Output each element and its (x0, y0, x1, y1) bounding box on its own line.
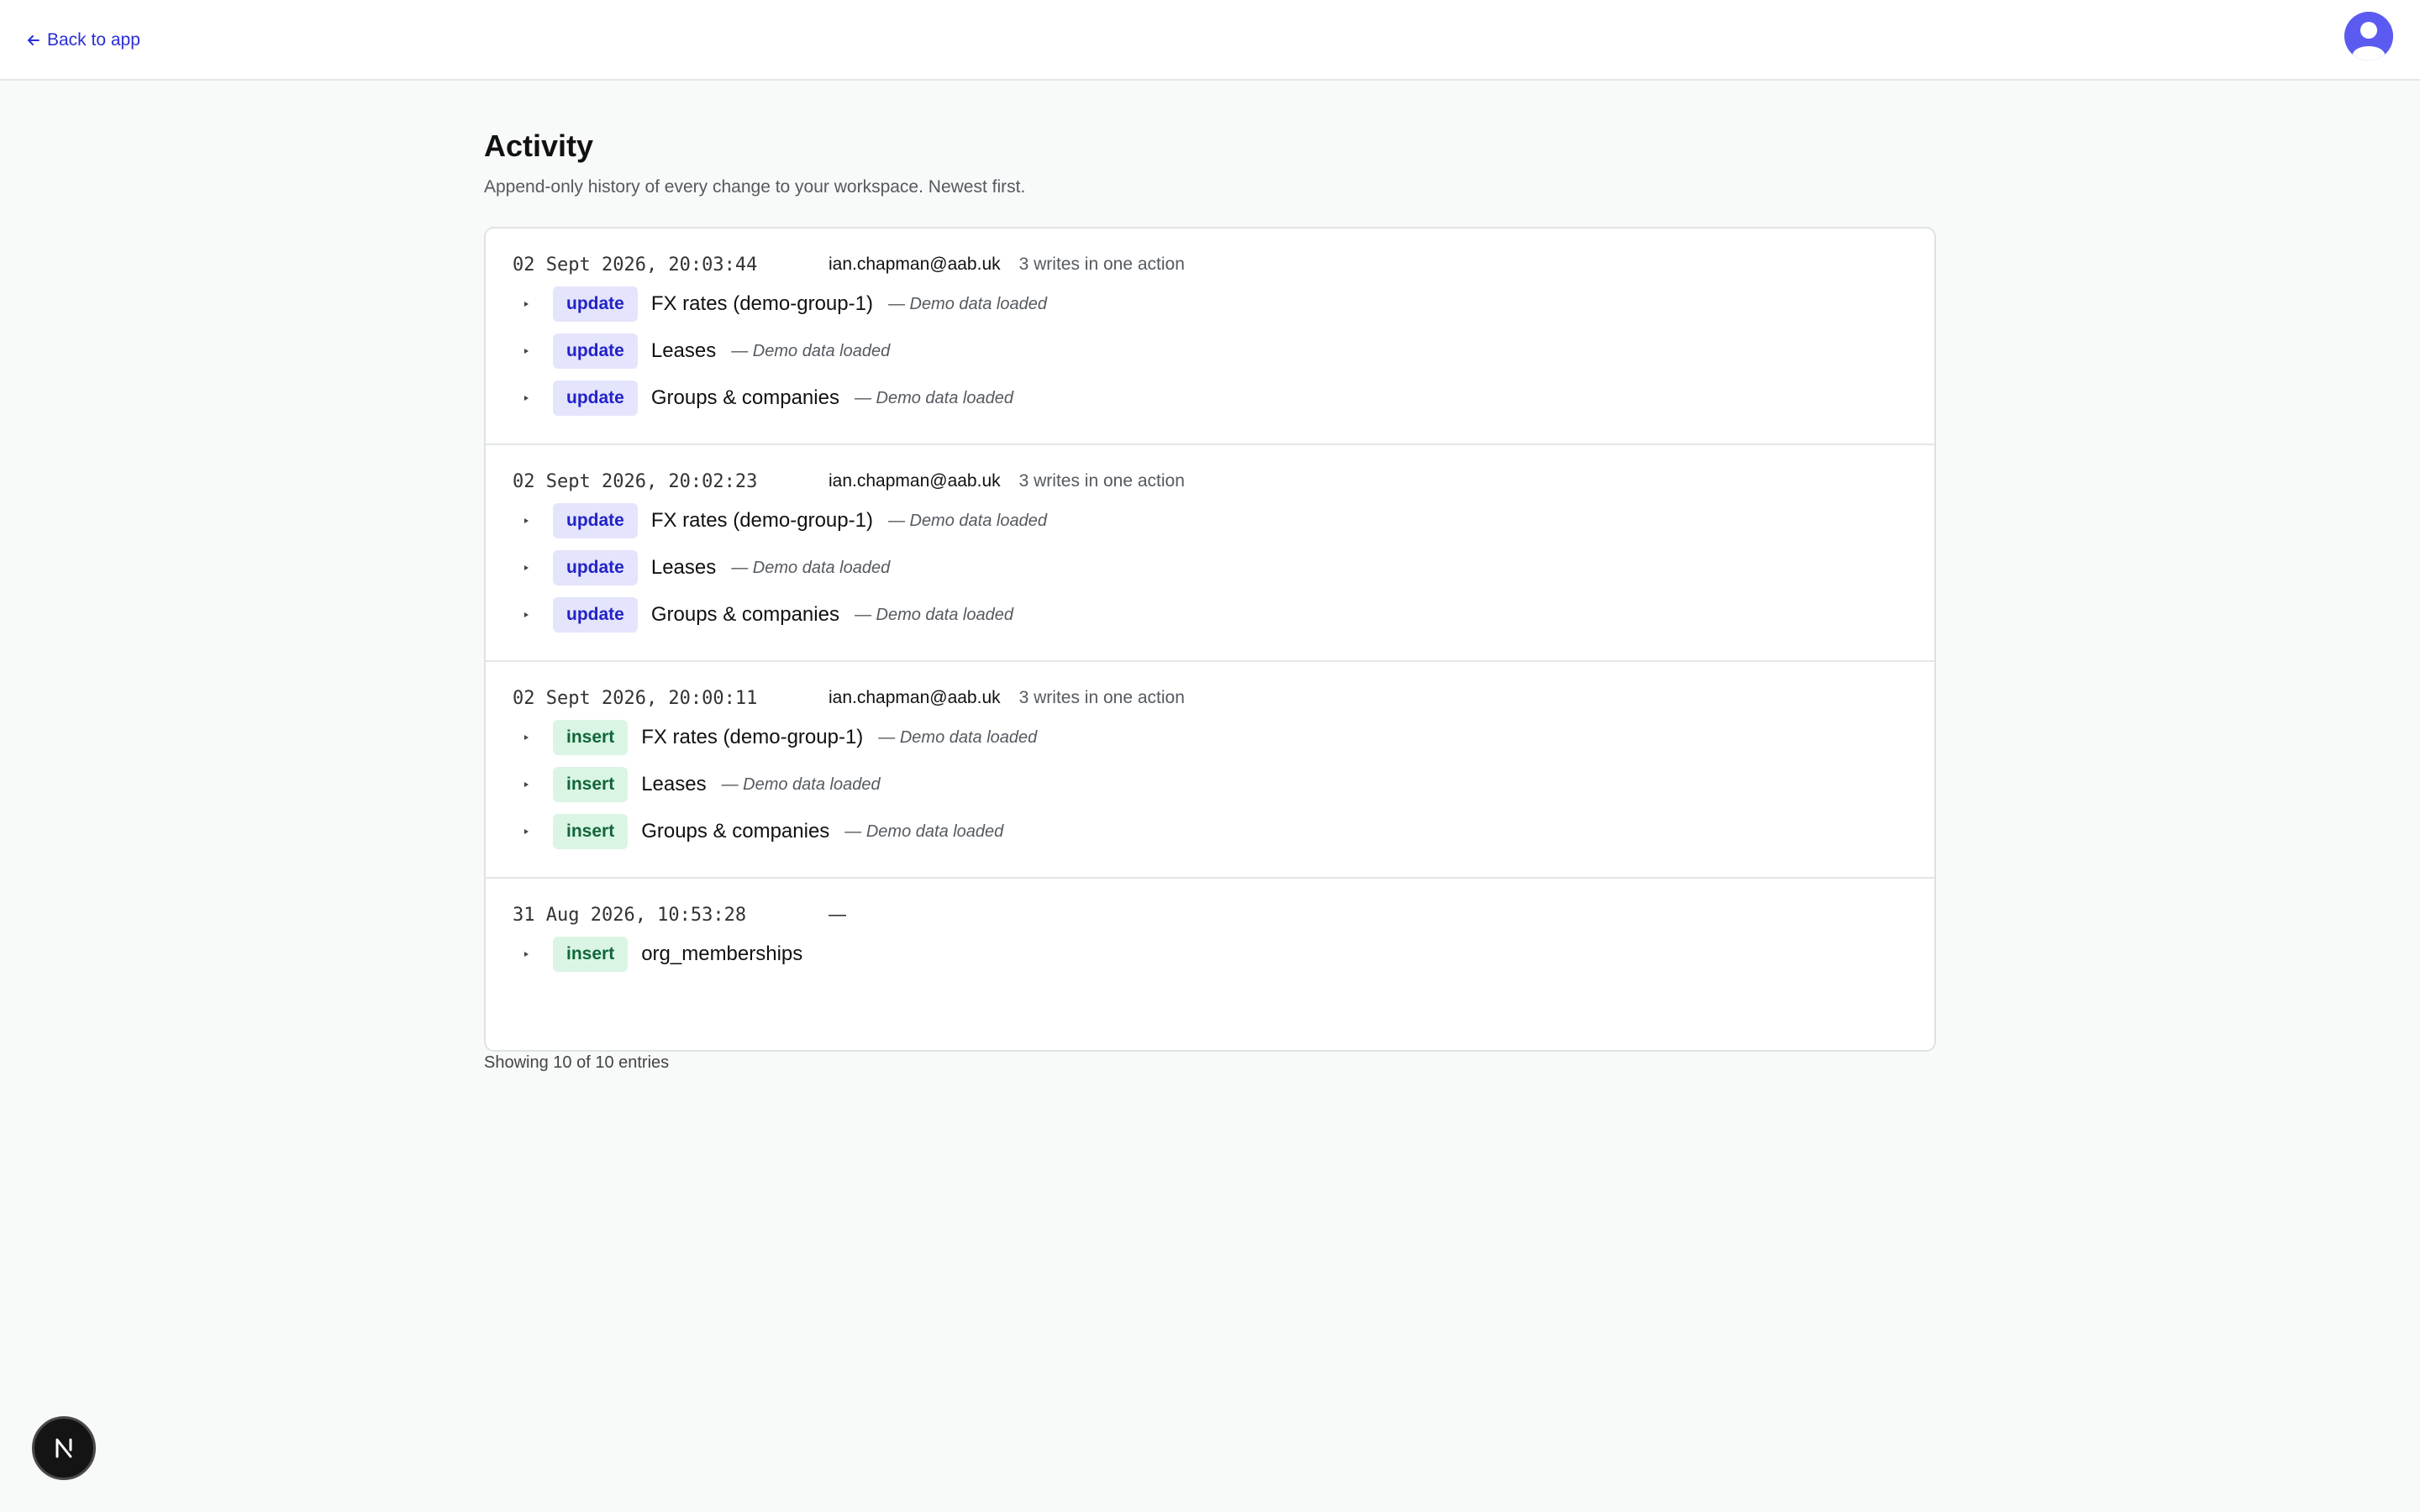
activity-entry: update Leases — Demo data loaded (513, 544, 1907, 591)
entity-name: Groups & companies (650, 386, 839, 409)
back-to-app-label: Back to app (47, 30, 140, 50)
entity-name: Leases (650, 339, 717, 362)
expand-caret-icon[interactable] (519, 561, 533, 575)
activity-entry: update FX rates (demo-group-1) — Demo data… (513, 497, 1907, 544)
activity-user: ian.chapman@aab.uk (829, 471, 1001, 491)
activity-group: 31 Aug 2026, 10:53:28 — insert org_membersh… (486, 879, 1934, 1050)
entity-name: org_memberships (641, 942, 803, 965)
expand-caret-icon[interactable] (519, 948, 533, 961)
activity-entry: update Leases — Demo data loaded (513, 328, 1907, 375)
action-badge: update (553, 550, 638, 585)
action-badge: update (553, 381, 638, 416)
action-badge: update (553, 286, 638, 322)
activity-user: — (829, 905, 846, 924)
expand-caret-icon[interactable] (519, 344, 533, 358)
entry-note: — Demo data loaded (731, 341, 891, 360)
activity-group: 02 Sept 2026, 20:00:11 ian.chapman@aab.uk… (486, 662, 1934, 879)
user-avatar-button[interactable] (2344, 12, 2393, 60)
entries-count: Showing 10 of 10 entries (484, 1053, 670, 1072)
entry-note: — Demo data loaded (844, 822, 1004, 841)
activity-user: ian.chapman@aab.uk (829, 255, 1001, 274)
top-bar: Back to app (0, 0, 2420, 81)
activity-group: 02 Sept 2026, 20:03:44 ian.chapman@aab.uk… (486, 228, 1934, 445)
expand-caret-icon[interactable] (519, 825, 533, 838)
activity-timestamp: 02 Sept 2026, 20:03:44 (513, 254, 758, 276)
activity-group: 02 Sept 2026, 20:02:23 ian.chapman@aab.uk… (486, 445, 1934, 662)
activity-timestamp: 31 Aug 2026, 10:53:28 (513, 904, 747, 926)
page-subtitle: Append-only history of every change to y… (484, 177, 1026, 197)
entry-note: — Demo data loaded (887, 511, 1047, 530)
expand-caret-icon[interactable] (519, 514, 533, 528)
activity-entry: insert FX rates (demo-group-1) — Demo data… (513, 714, 1907, 761)
action-badge: insert (553, 767, 629, 802)
entry-note: — Demo data loaded (887, 294, 1047, 313)
activity-group-header: 02 Sept 2026, 20:02:23 ian.chapman@aab.uk… (513, 465, 1907, 497)
activity-summary: 3 writes in one action (1018, 255, 1185, 274)
entity-name: FX rates (demo-group-1) (650, 509, 873, 532)
action-badge: update (553, 597, 638, 633)
entry-note: — Demo data loaded (731, 558, 891, 577)
activity-list: 02 Sept 2026, 20:03:44 ian.chapman@aab.uk… (484, 227, 1936, 1052)
activity-user: ian.chapman@aab.uk (829, 688, 1001, 707)
activity-group-header: 31 Aug 2026, 10:53:28 — (513, 899, 1907, 931)
activity-entry: insert Leases — Demo data loaded (513, 761, 1907, 808)
entity-name: Groups & companies (641, 820, 830, 843)
entity-name: FX rates (demo-group-1) (650, 292, 873, 315)
expand-caret-icon[interactable] (519, 731, 533, 744)
expand-caret-icon[interactable] (519, 778, 533, 791)
entity-name: Groups & companies (650, 603, 839, 626)
activity-timestamp: 02 Sept 2026, 20:02:23 (513, 470, 758, 492)
entry-note: — Demo data loaded (721, 774, 881, 794)
activity-entry: insert org_memberships (513, 931, 1907, 978)
activity-group-header: 02 Sept 2026, 20:00:11 ian.chapman@aab.uk… (513, 682, 1907, 714)
expand-caret-icon[interactable] (519, 297, 533, 311)
entry-note: — Demo data loaded (878, 727, 1038, 747)
activity-page: Activity Append-only history of every ch… (484, 126, 1936, 1052)
action-badge: insert (553, 937, 629, 972)
entry-note: — Demo data loaded (854, 388, 1013, 407)
action-badge: insert (553, 814, 629, 849)
activity-group-header: 02 Sept 2026, 20:03:44 ian.chapman@aab.uk… (513, 249, 1907, 281)
activity-entry: update Groups & companies — Demo data load… (513, 591, 1907, 638)
nextjs-dev-badge[interactable] (32, 1416, 96, 1480)
activity-entry: update Groups & companies — Demo data load… (513, 375, 1907, 422)
activity-timestamp: 02 Sept 2026, 20:00:11 (513, 687, 758, 709)
activity-summary: 3 writes in one action (1018, 688, 1185, 707)
action-badge: insert (553, 720, 629, 755)
entry-note: — Demo data loaded (854, 605, 1013, 624)
entity-name: Leases (641, 773, 707, 795)
user-avatar-icon (2344, 12, 2393, 60)
activity-entry: insert Groups & companies — Demo data load… (513, 808, 1907, 855)
nextjs-logo-icon (55, 1438, 72, 1458)
activity-entry: update FX rates (demo-group-1) — Demo data… (513, 281, 1907, 328)
arrow-left-icon (28, 35, 39, 45)
action-badge: update (553, 333, 638, 369)
activity-summary: 3 writes in one action (1018, 471, 1185, 491)
back-to-app-link[interactable]: Back to app (25, 27, 140, 54)
entity-name: Leases (650, 556, 717, 579)
page-title: Activity (484, 129, 594, 163)
action-badge: update (553, 503, 638, 538)
expand-caret-icon[interactable] (519, 608, 533, 622)
expand-caret-icon[interactable] (519, 391, 533, 405)
entity-name: FX rates (demo-group-1) (641, 726, 864, 748)
